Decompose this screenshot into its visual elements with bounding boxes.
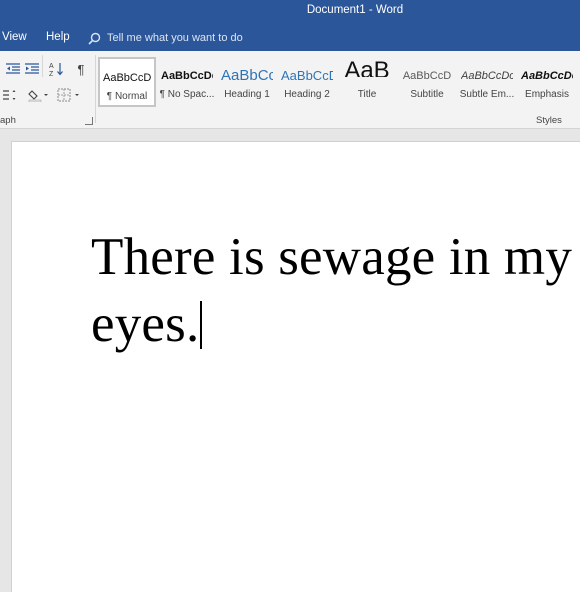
styles-gallery: AaBbCcDc¶ NormalAaBbCcDc¶ No Spac...AaBb… [98,57,580,109]
dialog-launcher-icon[interactable] [85,117,93,125]
style-label: Emphasis [525,89,569,100]
styles-group-label: Styles [536,115,562,126]
pilcrow-icon[interactable]: ¶ [71,59,91,79]
divider [42,55,43,77]
style-preview: AaBbCcDc [521,70,573,82]
borders-icon[interactable] [56,85,82,105]
window-title: Document1 - Word [306,4,404,16]
document-body[interactable]: There is sewage in my eyes. [91,224,580,358]
document-page[interactable]: There is sewage in my eyes. [11,141,580,592]
style-preview: AaB [344,57,390,77]
style-label: Heading 1 [224,89,270,100]
style-label: Subtitle [410,89,444,100]
ribbon: AZ ¶ aph AaBbCcDc ¶ Normal AaBbCcDc ¶ No Sp… [0,51,580,129]
document-area: There is sewage in my eyes. [0,129,580,592]
decrease-indent-icon[interactable] [3,59,23,79]
sort-icon[interactable]: AZ [47,59,67,79]
menu-bar: View Help Tell me what you want to do [0,24,580,51]
style-preview: AaBbCcD [281,68,333,83]
search-icon [88,32,101,45]
title-bar: Document1 - Word [0,0,580,24]
document-line: There is sewage in my [91,228,573,286]
style-emphasis[interactable]: AaBbCcDc Emphasis [518,57,576,107]
style-subtitle[interactable]: AaBbCcD Subtitle [398,57,456,107]
text-cursor [200,301,202,349]
shading-icon[interactable] [27,85,51,105]
style-label: Title [357,89,377,100]
svg-text:A: A [49,63,54,70]
style-title[interactable]: AaB Title [338,57,396,107]
style-normal[interactable]: AaBbCcDc ¶ Normal [98,57,156,107]
style-subtle-em[interactable]: AaBbCcDc Subtle Em... [458,57,516,107]
style-no-spac[interactable]: AaBbCcDc ¶ No Spac... [158,57,216,107]
style-heading-1[interactable]: AaBbCc Heading 1 [218,57,276,107]
line-spacing-icon[interactable] [0,85,20,105]
style-preview: AaBbCcDc [461,70,513,82]
menu-help[interactable]: Help [46,31,70,43]
style-preview: AaBbCcD [402,70,452,82]
tell-me-search[interactable]: Tell me what you want to do [88,29,243,47]
tell-me-placeholder: Tell me what you want to do [107,32,243,44]
menu-view[interactable]: View [2,31,27,43]
style-label: Heading 2 [284,89,330,100]
group-divider [95,55,96,123]
style-preview: AaBbCcDc [103,72,151,84]
style-label: ¶ No Spac... [159,89,215,100]
style-heading-2[interactable]: AaBbCcD Heading 2 [278,57,336,107]
increase-indent-icon[interactable] [22,59,42,79]
style-label: Subtle Em... [459,89,515,100]
style-preview: AaBbCcDc [161,70,213,82]
paragraph-group-label: aph [0,115,16,126]
document-line: eyes. [91,295,200,353]
style-preview: AaBbCc [221,67,273,84]
style-label: ¶ Normal [106,91,148,102]
svg-text:Z: Z [49,71,54,77]
